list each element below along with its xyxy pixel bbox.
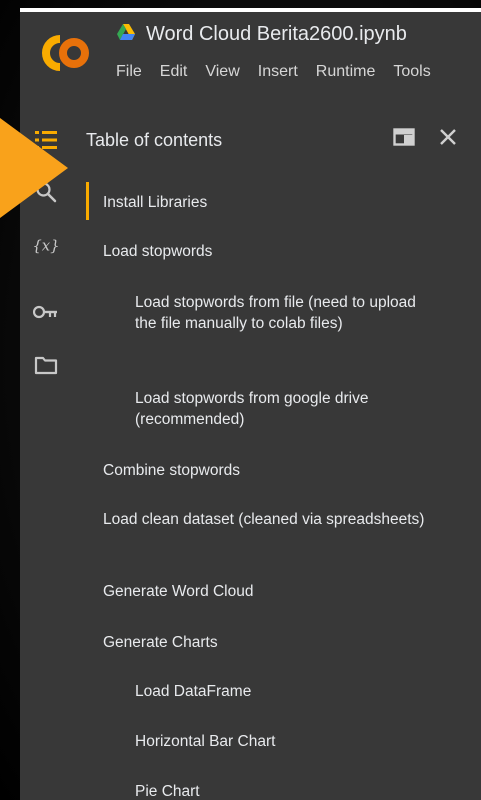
panel-title: Table of contents [86, 130, 223, 150]
toc-item-combine-stopwords[interactable]: Combine stopwords [103, 460, 433, 481]
menu-insert[interactable]: Insert [258, 63, 298, 81]
menu-file[interactable]: File [116, 63, 142, 81]
pointer-arrow-annotation [0, 108, 70, 228]
toc-item-generate-charts[interactable]: Generate Charts [103, 632, 433, 653]
table-of-contents-panel: Table of contents Install Libraries Load… [72, 106, 481, 800]
menu-tools[interactable]: Tools [393, 63, 430, 81]
toc-item-load-stopwords-drive[interactable]: Load stopwords from google drive (recomm… [135, 388, 435, 430]
toc-item-install-libraries[interactable]: Install Libraries [103, 192, 433, 213]
close-icon[interactable] [434, 123, 462, 151]
menu-edit[interactable]: Edit [160, 63, 188, 81]
svg-text:{x}: {x} [32, 236, 59, 254]
menu-runtime[interactable]: Runtime [316, 63, 376, 81]
notebook-title[interactable]: Word Cloud Berita2600.ipynb [146, 23, 407, 46]
google-drive-icon [117, 24, 135, 40]
folder-icon[interactable] [32, 351, 60, 379]
open-in-tab-icon[interactable] [390, 123, 418, 151]
toc-item-load-clean-dataset[interactable]: Load clean dataset (cleaned via spreadsh… [103, 509, 433, 530]
top-bar: Word Cloud Berita2600.ipynb File Edit Vi… [20, 8, 481, 106]
variables-icon[interactable]: {x} [32, 231, 60, 259]
colab-window: Word Cloud Berita2600.ipynb File Edit Vi… [20, 8, 481, 800]
menu-view[interactable]: View [205, 63, 239, 81]
menu-bar: File Edit View Insert Runtime Tools [116, 63, 449, 81]
toc-item-horizontal-bar-chart[interactable]: Horizontal Bar Chart [135, 731, 435, 752]
toc-item-load-dataframe[interactable]: Load DataFrame [135, 681, 435, 702]
active-section-indicator [86, 182, 89, 220]
toc-item-generate-word-cloud[interactable]: Generate Word Cloud [103, 581, 433, 602]
key-icon[interactable] [32, 298, 60, 326]
toc-item-load-stopwords[interactable]: Load stopwords [103, 241, 433, 262]
top-border [20, 8, 481, 12]
toc-item-pie-chart[interactable]: Pie Chart [135, 781, 435, 800]
toc-item-load-stopwords-file[interactable]: Load stopwords from file (need to upload… [135, 292, 435, 334]
colab-logo[interactable] [30, 28, 92, 78]
